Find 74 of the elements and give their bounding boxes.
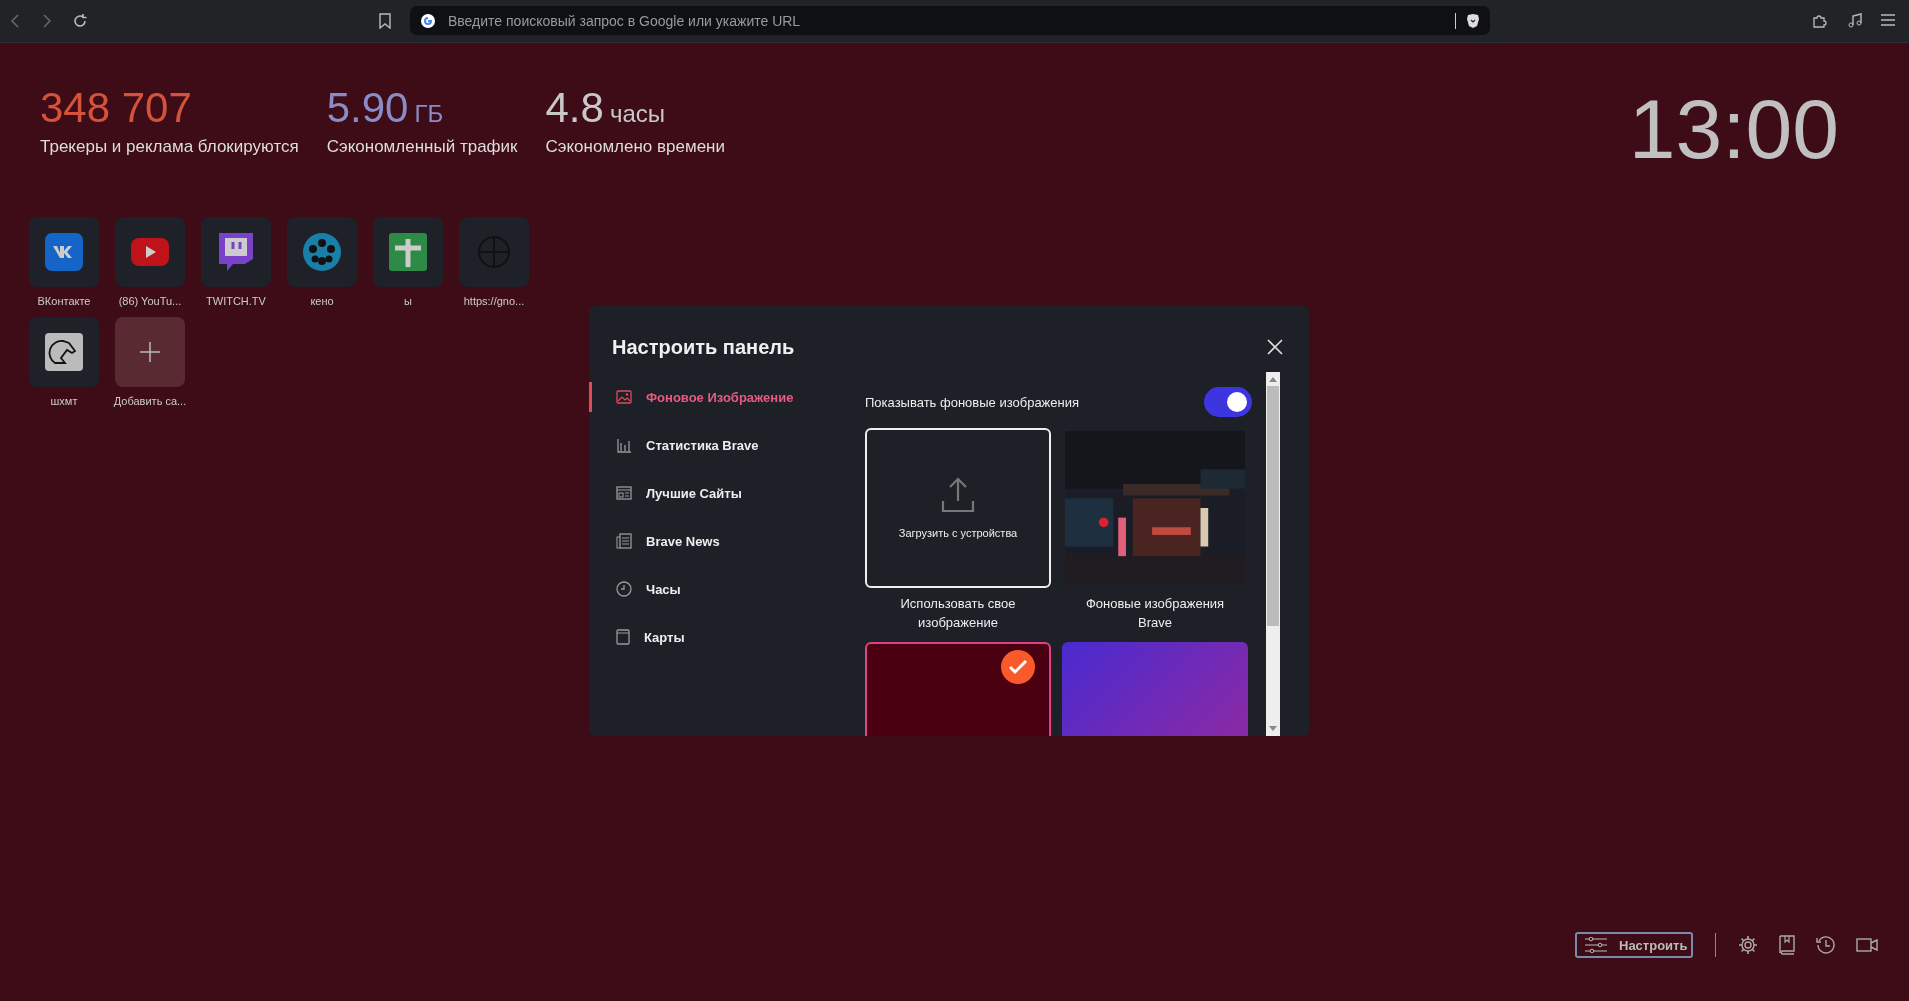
vk-logo-icon: [45, 233, 83, 271]
sidebar-item[interactable]: Часы: [589, 574, 839, 604]
stat-label: Сэкономленный трафик: [326, 137, 518, 157]
scroll-up-icon[interactable]: [1269, 376, 1277, 382]
sidebar-item[interactable]: Brave News: [589, 526, 839, 556]
card-icon: [616, 629, 630, 645]
sidebar-item[interactable]: Лучшие Сайты: [589, 478, 839, 508]
video-camera-icon[interactable]: [1856, 937, 1879, 953]
shortcut-tile[interactable]: [115, 317, 185, 387]
check-icon: [1001, 650, 1035, 684]
plus-logo-icon: [389, 233, 427, 271]
sidebar-item[interactable]: Статистика Brave: [589, 430, 839, 460]
bookmark-icon[interactable]: [378, 13, 392, 29]
stat-value: 348 707: [40, 85, 192, 131]
shortcut-label: https://gno...: [463, 295, 525, 307]
clock: 13:00: [1628, 81, 1839, 178]
dialog-title: Настроить панель: [612, 335, 795, 359]
scroll-down-icon[interactable]: [1269, 726, 1277, 732]
shortcut-label: ВКонтакте: [37, 295, 91, 307]
shortcut-label: (86) YouTu...: [118, 295, 182, 307]
settings-icon[interactable]: [1738, 935, 1759, 955]
upload-text: Загрузить с устройства: [898, 527, 1018, 539]
back-icon[interactable]: [8, 13, 22, 29]
history-icon[interactable]: [1816, 935, 1837, 955]
book-icon[interactable]: [1778, 935, 1797, 955]
music-icon[interactable]: [1847, 13, 1863, 29]
newspaper-icon: [616, 533, 632, 549]
sliders-icon: [1585, 937, 1607, 953]
shortcut-label: шхмт: [50, 395, 78, 407]
shortcut-tile[interactable]: [115, 217, 185, 287]
shortcut-tile[interactable]: [459, 217, 529, 287]
knight-icon: [45, 333, 83, 371]
address-bar[interactable]: Введите поисковый запрос в Google или укажите URL: [410, 6, 1490, 35]
google-icon: [420, 12, 436, 29]
shortcut-tile[interactable]: [29, 217, 99, 287]
lion-icon[interactable]: [1466, 12, 1480, 29]
bar-chart-icon: [616, 437, 632, 453]
stat-label: Трекеры и реклама блокируются: [40, 137, 299, 157]
crosshair-icon: [477, 235, 511, 269]
stat-label: Сэкономлено времени: [545, 137, 725, 157]
shortcut-tile[interactable]: [287, 217, 357, 287]
shortcut-label: Добавить са...: [113, 395, 187, 407]
shortcut-tile[interactable]: [201, 217, 271, 287]
background-toggle[interactable]: [1204, 387, 1252, 417]
puzzle-icon[interactable]: [1812, 13, 1828, 29]
customize-button[interactable]: Настроить: [1575, 932, 1694, 958]
film-reel-icon: [303, 233, 341, 271]
shortcut-label: ы: [404, 295, 412, 307]
background-caption: Использовать свое изображение: [899, 595, 1017, 632]
shortcut-tile[interactable]: [373, 217, 443, 287]
forward-icon[interactable]: [40, 13, 54, 29]
chat-logo-icon: [219, 233, 253, 271]
stat-value: 4.8: [545, 85, 604, 131]
menu-icon[interactable]: [1880, 13, 1896, 27]
upload-icon: [941, 477, 975, 513]
close-icon[interactable]: [1267, 339, 1283, 355]
clock-icon: [616, 581, 632, 597]
plus-icon: [140, 342, 160, 362]
image-icon: [616, 390, 632, 404]
stat-unit: часы: [609, 100, 665, 128]
stat-unit: ГБ: [414, 100, 444, 128]
reload-icon[interactable]: [72, 13, 88, 29]
shortcut-label: кено: [310, 295, 334, 307]
background-caption: Фоновые изображения Brave: [1084, 595, 1226, 632]
play-logo-icon: [131, 238, 169, 266]
stat-value: 5.90: [326, 85, 409, 131]
toggle-label: Показывать фоновые изображения: [865, 394, 1080, 410]
scrollbar[interactable]: [1266, 372, 1280, 736]
sidebar-item[interactable]: Карты: [589, 622, 839, 652]
shortcut-tile[interactable]: [29, 317, 99, 387]
shortcut-label: TWITCH.TV: [206, 295, 266, 307]
background-option[interactable]: Загрузить с устройства: [865, 428, 1051, 588]
layout-icon: [616, 486, 632, 500]
sidebar-item[interactable]: Фоновое Изображение: [589, 382, 839, 412]
